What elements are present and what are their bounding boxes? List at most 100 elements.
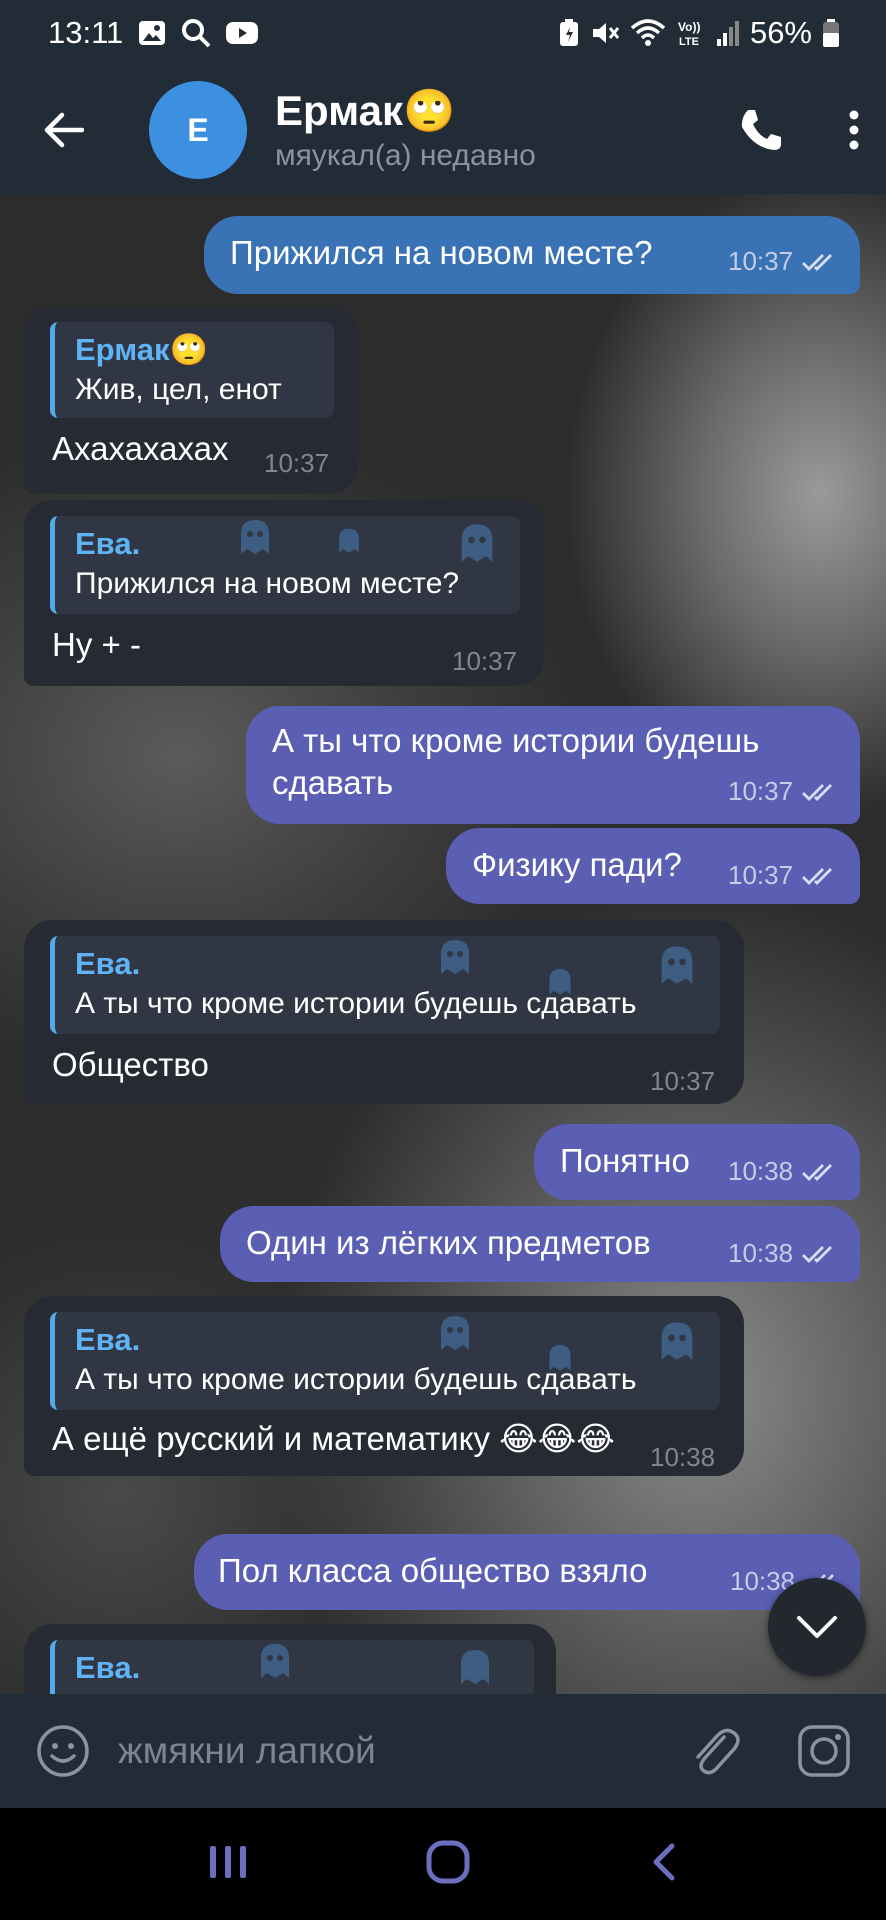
message-composer [0, 1694, 886, 1808]
message-text-line-1: А ты что кроме истории будешь [272, 722, 760, 759]
time-label: 10:37 [650, 1066, 716, 1096]
volte-icon: Vo)) LTE [678, 20, 700, 48]
message-time: 10:38 [728, 1156, 837, 1187]
battery-icon [823, 19, 839, 47]
reply-preview[interactable]: Ева. А ты что кроме истории будешь сдава… [50, 936, 720, 1034]
back-button[interactable] [33, 99, 95, 161]
message-text: Общество [52, 1046, 209, 1083]
message-text: Прижился на новом месте? [230, 234, 653, 271]
battery-saver-icon [559, 19, 578, 46]
message-text: Пол класса общество взяло [218, 1552, 648, 1589]
message-bubble-in[interactable]: Ева. А ты что кроме истории будешь сдава… [24, 1296, 744, 1476]
signal-icon [716, 21, 739, 46]
battery-percent: 56% [749, 15, 812, 50]
time-label: 10:38 [728, 1238, 794, 1268]
chat-status: мяукал(а) недавно [275, 139, 536, 172]
more-menu-button[interactable] [834, 99, 874, 161]
message-time: 10:37 [728, 246, 837, 277]
recent-apps-button[interactable] [208, 1844, 248, 1885]
avatar[interactable]: E [149, 81, 247, 179]
time-label: 10:37 [728, 860, 794, 890]
message-bubble-out[interactable]: Физику пади? 10:37 [446, 828, 860, 904]
chat-title-block[interactable]: Ермак🙄 мяукал(а) недавно [275, 87, 730, 173]
mute-icon [592, 23, 620, 43]
message-input[interactable] [118, 1730, 686, 1772]
call-button[interactable] [730, 99, 792, 161]
message-bubble-out[interactable]: Пол класса общество взяло 10:38 [194, 1534, 860, 1610]
reply-text: Жив, цел, енот [75, 373, 282, 406]
reply-text: Прижился на новом месте? [75, 567, 460, 600]
message-bubble-in[interactable]: Ева. А ты что кроме истории будешь сдава… [24, 920, 744, 1104]
status-time: 13:11 [48, 15, 124, 50]
reply-preview[interactable]: Ева. [50, 1640, 534, 1694]
wifi-icon [630, 19, 666, 46]
instagram-camera-icon [798, 1725, 850, 1777]
reply-sender: Ева. [75, 1650, 141, 1685]
home-button[interactable] [425, 1839, 471, 1890]
recent-apps-icon [210, 1845, 247, 1878]
reply-sender: Ермак🙄 [75, 332, 209, 367]
double-check-icon [802, 783, 833, 801]
message-time: 10:38 [650, 1442, 715, 1473]
reply-preview[interactable]: Ермак🙄 Жив, цел, енот [50, 322, 334, 418]
time-label: 10:38 [650, 1442, 716, 1472]
time-label: 10:37 [452, 646, 518, 676]
back-nav-button[interactable] [648, 1842, 678, 1887]
paperclip-icon [696, 1728, 740, 1775]
chevron-down-icon [797, 1616, 837, 1638]
avatar-letter: E [187, 111, 209, 148]
double-check-icon [802, 1163, 833, 1181]
system-nav-bar [0, 1808, 886, 1920]
reply-text: А ты что кроме истории будешь сдавать [75, 987, 637, 1020]
message-text: Ахахахахах [52, 430, 229, 467]
message-time: 10:37 [650, 1066, 715, 1097]
more-vertical-icon [849, 110, 859, 150]
phone-icon [741, 110, 781, 150]
gallery-icon [139, 21, 166, 45]
message-time: 10:37 [728, 860, 837, 891]
back-nav-icon [653, 1843, 675, 1880]
message-time: 10:38 [728, 1238, 837, 1269]
svg-text:Vo)): Vo)) [678, 20, 700, 34]
message-bubble-out[interactable]: Понятно 10:38 [534, 1124, 860, 1200]
message-bubble-out[interactable]: Один из лёгких предметов 10:38 [220, 1206, 860, 1282]
message-text: Понятно [560, 1142, 690, 1179]
reply-sender: Ева. [75, 946, 141, 981]
reply-sender: Ева. [75, 1322, 141, 1357]
message-time: 10:37 [728, 776, 837, 807]
time-label: 10:37 [728, 246, 794, 276]
chat-title: Ермак🙄 [275, 87, 456, 134]
time-label: 10:37 [728, 776, 794, 806]
message-text: Физику пади? [472, 846, 682, 883]
scroll-to-bottom-button[interactable] [768, 1578, 866, 1676]
message-bubble-in[interactable]: Ермак🙄 Жив, цел, енот Ахахахахах 10:37 [24, 306, 358, 494]
search-icon [182, 19, 211, 48]
home-icon [426, 1840, 470, 1883]
emoji-button[interactable] [34, 1722, 92, 1780]
reply-sender: Ева. [75, 526, 141, 561]
chat-header: E Ермак🙄 мяукал(а) недавно [0, 66, 886, 194]
chat-area[interactable]: Прижился на новом месте? 10:37 Ермак🙄 Жи… [0, 194, 886, 1694]
message-time: 10:37 [264, 448, 329, 479]
message-text: Один из лёгких предметов [246, 1224, 651, 1261]
smile-icon [37, 1725, 89, 1777]
message-time: 10:37 [452, 646, 517, 677]
message-bubble-in[interactable]: Ева. [24, 1624, 556, 1694]
double-check-icon [802, 867, 833, 885]
svg-text:LTE: LTE [679, 36, 699, 48]
status-bar: 13:11 Vo)) LTE 56% [0, 0, 886, 66]
reply-text: А ты что кроме истории будешь сдавать [75, 1363, 637, 1396]
attach-button[interactable] [686, 1722, 744, 1780]
message-bubble-in[interactable]: Ева. Прижился на новом месте? Ну + - 10:… [24, 500, 544, 686]
message-bubble-out[interactable]: Прижился на новом месте? 10:37 [204, 216, 860, 294]
arrow-left-icon [44, 112, 84, 148]
reply-preview[interactable]: Ева. Прижился на новом месте? [50, 516, 520, 614]
message-text-line-2: сдавать [272, 764, 394, 801]
message-text: Ну + - [52, 626, 141, 663]
message-bubble-out[interactable]: А ты что кроме истории будешь сдавать 10… [246, 706, 860, 824]
reply-preview[interactable]: Ева. А ты что кроме истории будешь сдава… [50, 1312, 720, 1410]
camera-button[interactable] [794, 1721, 854, 1781]
message-text: А ещё русский и математику 😂😂😂 [52, 1420, 615, 1457]
double-check-icon [802, 1245, 833, 1263]
youtube-icon [226, 22, 259, 44]
